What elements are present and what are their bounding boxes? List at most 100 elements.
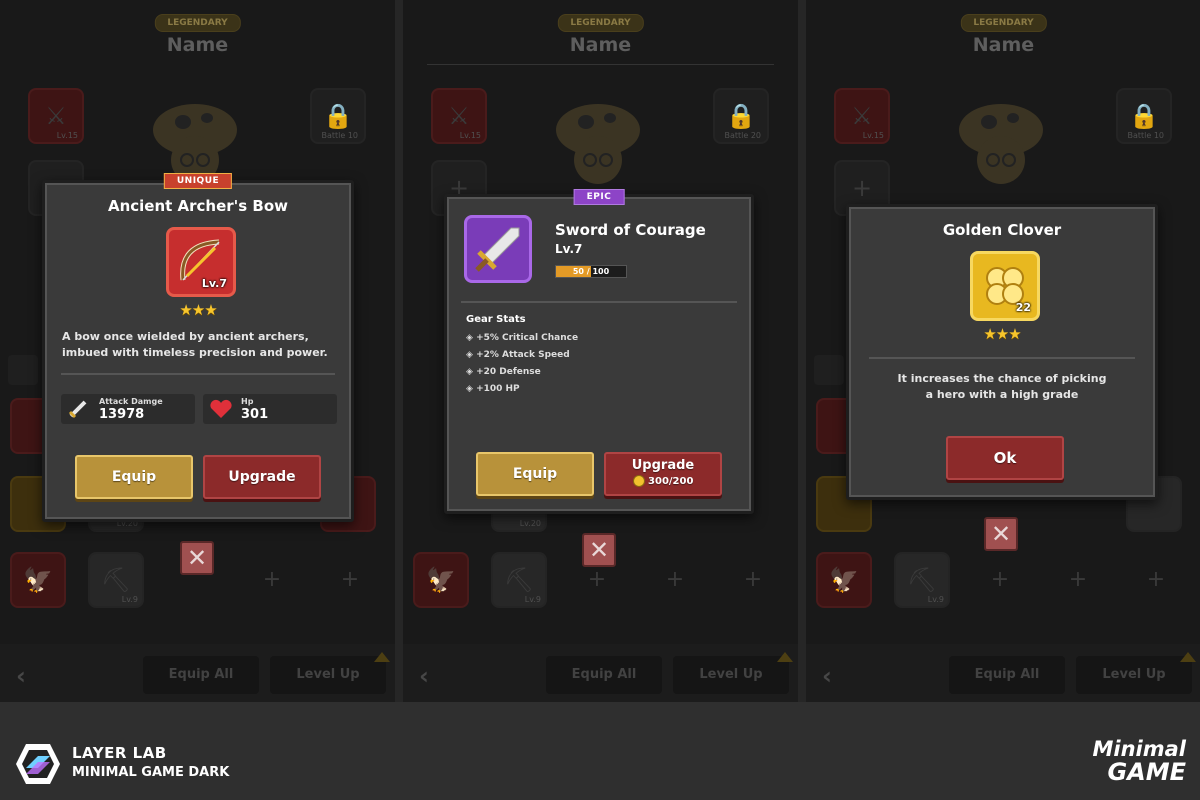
add-slot[interactable]: + (725, 552, 781, 608)
slot-level: Lv.20 (519, 519, 541, 528)
close-icon[interactable]: ✕ (180, 541, 214, 575)
stat-value: 13978 (99, 407, 145, 422)
level-up-button[interactable]: Level Up (673, 656, 789, 694)
rarity-label: EPIC (573, 189, 625, 205)
add-slot[interactable]: + (244, 552, 300, 608)
add-slot[interactable]: + (647, 552, 703, 608)
heart-icon (210, 399, 232, 418)
exp-progress-text: 50 / 100 (572, 267, 610, 276)
arrow-up-icon (1180, 652, 1196, 662)
add-slot[interactable]: + (972, 552, 1028, 608)
bottom-bar: ‹ Equip All Level Up (0, 644, 395, 702)
plus-icon: + (851, 174, 873, 202)
inventory-slot[interactable]: ⛏ Lv.9 (894, 552, 950, 608)
item-title: Golden Clover (942, 221, 1062, 239)
item-description-line1: A bow once wielded by ancient archers, (62, 330, 309, 343)
stat-attack: Attack Damge 13978 (61, 394, 195, 424)
item-popup-sword: EPIC Sword of Courage Lv.7 50 / 100 Gear… (444, 189, 754, 514)
equip-all-button[interactable]: Equip All (949, 656, 1065, 694)
hero-character (548, 100, 648, 190)
item-count: 22 (1015, 301, 1031, 314)
equip-all-button[interactable]: Equip All (546, 656, 662, 694)
stat-label: Attack Damge (99, 397, 163, 406)
gear-stats-title: Gear Stats (466, 314, 526, 325)
item-popup-clover: Golden Clover 22 ★★★ It increases the ch… (846, 204, 1158, 500)
item-description-line1: It increases the chance of picking (897, 372, 1107, 385)
star-rating: ★★★ (983, 325, 1021, 343)
weapon-slot[interactable]: ⚔ Lv.15 (431, 88, 487, 144)
inventory-slot[interactable]: 🦅 (10, 552, 66, 608)
gear-stat-text: +100 HP (476, 384, 520, 394)
divider (461, 301, 737, 303)
back-icon[interactable]: ‹ (822, 662, 832, 690)
add-slot[interactable]: + (322, 552, 378, 608)
gear-stat: ◈ +5% Critical Chance (466, 333, 579, 343)
slot-level: Lv.15 (459, 131, 481, 140)
item-description-line2: a hero with a high grade (925, 388, 1079, 401)
slot-level: Lv.9 (121, 595, 138, 604)
hero-name: Name (166, 34, 229, 56)
weapon-slot[interactable]: ⚔ Lv.15 (834, 88, 890, 144)
upgrade-button[interactable]: Upgrade 300/200 (604, 452, 722, 496)
sword-icon: ⚔ (448, 102, 470, 130)
close-icon[interactable]: ✕ (984, 517, 1018, 551)
level-up-button[interactable]: Level Up (270, 656, 386, 694)
sword-icon: ⚔ (45, 102, 67, 130)
gear-stat-text: +2% Attack Speed (476, 350, 570, 360)
item-level: Lv.7 (201, 277, 227, 290)
add-slot[interactable]: + (1050, 552, 1106, 608)
inventory-slot[interactable]: 🦅 (413, 552, 469, 608)
arrow-up-icon (374, 652, 390, 662)
logo-line2: GAME (1107, 758, 1186, 786)
add-slot[interactable]: + (1128, 552, 1184, 608)
sword-icon: ⚔ (851, 102, 873, 130)
slot-level: Lv.9 (927, 595, 944, 604)
slot-level: Battle 10 (321, 131, 358, 140)
slot-level: Battle 10 (1127, 131, 1164, 140)
inventory-slot[interactable]: ⛏ Lv.9 (88, 552, 144, 608)
gear-stat-text: +20 Defense (476, 367, 541, 377)
arrow-up-icon (777, 652, 793, 662)
gear-stat-text: +5% Critical Chance (476, 333, 579, 343)
item-icon-frame: 22 (970, 251, 1040, 321)
back-icon[interactable]: ‹ (419, 662, 429, 690)
equip-button[interactable]: Equip (75, 455, 193, 499)
brand-name: LAYER LAB (72, 744, 167, 762)
lock-icon: 🔒 (1129, 102, 1159, 130)
locked-slot: 🔒 Battle 20 (713, 88, 769, 144)
filter-tab[interactable] (8, 355, 38, 385)
rarity-badge-bg: LEGENDARY (154, 14, 241, 32)
bottom-bar: ‹ Equip All Level Up (403, 644, 798, 702)
sword-icon (475, 227, 520, 272)
upgrade-button[interactable]: Upgrade (203, 455, 321, 499)
close-icon[interactable]: ✕ (582, 533, 616, 567)
stat-hp: Hp 301 (203, 394, 337, 424)
rarity-badge-bg: LEGENDARY (960, 14, 1047, 32)
back-icon[interactable]: ‹ (16, 662, 26, 690)
locked-slot: 🔒 Battle 10 (310, 88, 366, 144)
equip-all-button[interactable]: Equip All (143, 656, 259, 694)
slot-level: Lv.15 (862, 131, 884, 140)
inventory-slot[interactable]: ⛏ Lv.9 (491, 552, 547, 608)
inventory-slot[interactable]: 🦅 (816, 552, 872, 608)
stat-value: 301 (241, 407, 269, 422)
ok-button[interactable]: Ok (946, 436, 1064, 480)
divider (61, 373, 335, 375)
hero-name: Name (569, 34, 632, 56)
filter-tab[interactable] (814, 355, 844, 385)
slot-level: Lv.15 (56, 131, 78, 140)
weapon-slot[interactable]: ⚔ Lv.15 (28, 88, 84, 144)
pickaxe-icon: ⛏ (503, 566, 535, 594)
eagle-icon: 🦅 (426, 566, 456, 594)
item-title: Sword of Courage (555, 221, 706, 239)
divider (869, 357, 1135, 359)
rarity-badge-bg: LEGENDARY (557, 14, 644, 32)
equip-button[interactable]: Equip (476, 452, 594, 496)
exp-progress-bar: 50 / 100 (555, 265, 627, 278)
level-up-button[interactable]: Level Up (1076, 656, 1192, 694)
item-level: Lv.7 (555, 242, 583, 256)
brand-subtitle: MINIMAL GAME DARK (72, 765, 230, 780)
hero-name: Name (972, 34, 1035, 56)
eagle-icon: 🦅 (829, 566, 859, 594)
locked-slot: 🔒 Battle 10 (1116, 88, 1172, 144)
